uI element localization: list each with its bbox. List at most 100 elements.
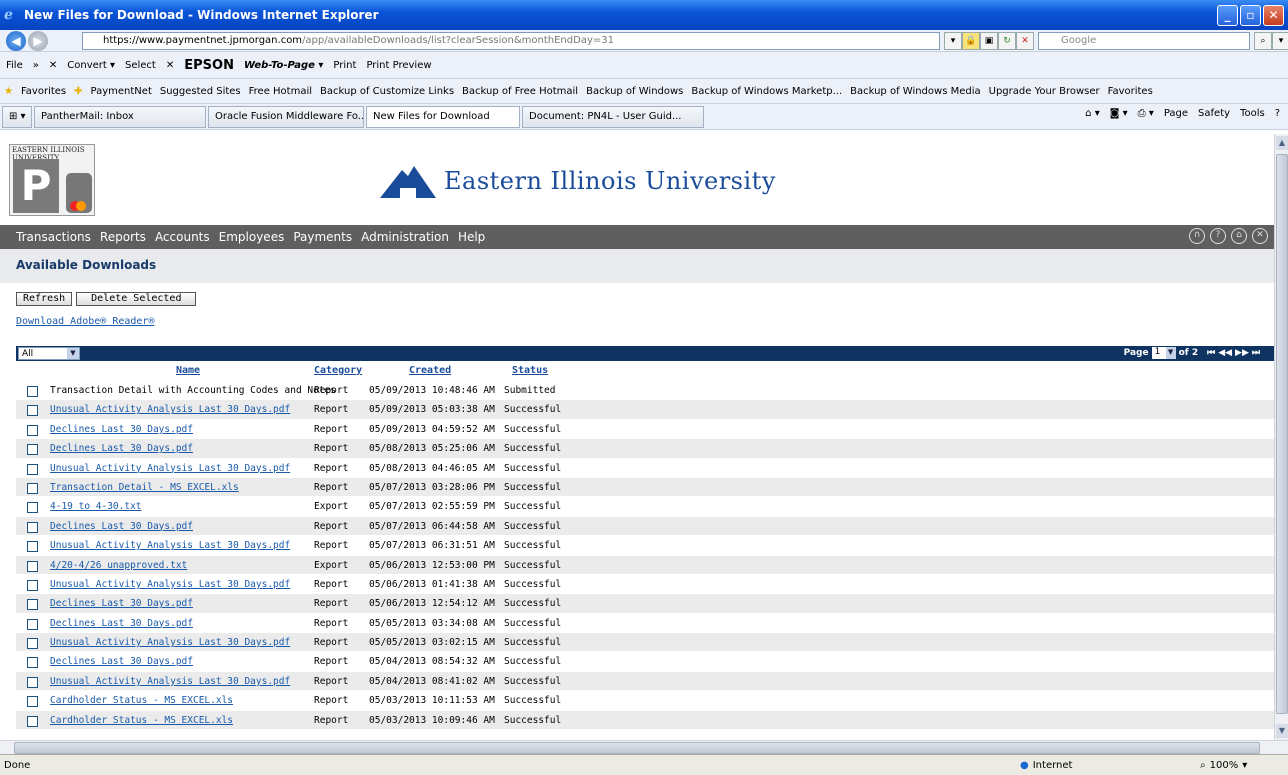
add-favorite-icon[interactable]: ✚ [74, 86, 82, 97]
file-link[interactable]: Declines Last 30 Days.pdf [50, 517, 193, 536]
row-checkbox[interactable] [27, 541, 38, 553]
address-dropdown-icon[interactable]: ▾ [944, 32, 962, 50]
tab-panthermail[interactable]: PantherMail: Inbox [34, 105, 206, 128]
vertical-scrollbar[interactable]: ▲ ▼ [1274, 134, 1288, 740]
tab-new-files[interactable]: New Files for Download [366, 105, 520, 128]
last-page-icon[interactable]: ⏭ [1252, 348, 1260, 358]
row-checkbox[interactable] [27, 482, 38, 494]
safety-menu[interactable]: Safety [1198, 108, 1230, 119]
row-checkbox[interactable] [27, 463, 38, 475]
favorite-link[interactable]: Backup of Customize Links [320, 86, 454, 97]
file-link[interactable]: Unusual Activity Analysis Last 30 Days.p… [50, 672, 290, 691]
favorite-link[interactable]: Backup of Windows Marketp... [691, 86, 842, 97]
refresh-icon[interactable]: ↻ [998, 32, 1016, 50]
menu-reports[interactable]: Reports [100, 230, 146, 244]
close-epson-icon[interactable]: ✕ [166, 60, 174, 71]
row-checkbox[interactable] [27, 618, 38, 630]
compatibility-icon[interactable]: ▣ [980, 32, 998, 50]
web-to-page-button[interactable]: Web-To-Page ▾ [244, 60, 323, 71]
maximize-button[interactable]: ▫ [1240, 5, 1261, 26]
favorite-link[interactable]: Backup of Windows [586, 86, 683, 97]
page-menu[interactable]: Page [1164, 108, 1188, 119]
row-checkbox[interactable] [27, 657, 38, 669]
stop-icon[interactable]: ✕ [1016, 32, 1034, 50]
user-icon[interactable]: ⌂ [1231, 228, 1247, 244]
favorites-button[interactable]: Favorites [21, 86, 66, 97]
row-checkbox[interactable] [27, 386, 38, 397]
scroll-thumb[interactable] [1276, 154, 1288, 714]
home-icon[interactable]: ⌂ ▾ [1085, 108, 1100, 119]
tab-document[interactable]: Document: PN4L - User Guid... [522, 105, 704, 128]
url-input[interactable]: https://www.paymentnet.jpmorgan.com/app/… [82, 32, 940, 50]
horizontal-scrollbar[interactable] [0, 740, 1288, 754]
back-button[interactable]: ◀ [6, 30, 26, 51]
lock-icon[interactable]: 🔒 [962, 32, 980, 50]
menu-transactions[interactable]: Transactions [16, 230, 91, 244]
file-link[interactable]: Transaction Detail - MS EXCEL.xls [50, 478, 239, 497]
file-link[interactable]: Cardholder Status - MS EXCEL.xls [50, 711, 233, 730]
logout-icon[interactable]: ✕ [1252, 228, 1268, 244]
column-status[interactable]: Status [512, 365, 548, 376]
search-input[interactable]: Google [1038, 32, 1250, 50]
file-link[interactable]: Declines Last 30 Days.pdf [50, 652, 193, 671]
security-zone[interactable]: ● Internet [1020, 757, 1072, 773]
row-checkbox[interactable] [27, 599, 38, 611]
file-link[interactable]: Cardholder Status - MS EXCEL.xls [50, 691, 233, 710]
column-created[interactable]: Created [409, 365, 451, 376]
search-options-icon[interactable]: ▾ [1272, 32, 1288, 50]
menu-employees[interactable]: Employees [219, 230, 285, 244]
adobe-reader-link[interactable]: Download Adobe® Reader® [16, 316, 154, 327]
row-checkbox[interactable] [27, 444, 38, 456]
file-link[interactable]: Declines Last 30 Days.pdf [50, 439, 193, 458]
first-page-icon[interactable]: ⏮ [1207, 348, 1215, 358]
delete-selected-button[interactable]: Delete Selected [76, 292, 197, 306]
refresh-button[interactable]: Refresh [16, 292, 73, 306]
file-link[interactable]: Unusual Activity Analysis Last 30 Days.p… [50, 633, 290, 652]
print-preview-button[interactable]: Print Preview [366, 60, 431, 71]
file-link[interactable]: Unusual Activity Analysis Last 30 Days.p… [50, 400, 290, 419]
menu-payments[interactable]: Payments [293, 230, 352, 244]
row-checkbox[interactable] [27, 405, 38, 417]
search-icon[interactable]: ⌕ [1254, 32, 1272, 50]
print-icon[interactable]: ⎙ ▾ [1138, 108, 1154, 119]
feeds-icon[interactable]: ◙ ▾ [1110, 108, 1128, 119]
scroll-down-icon[interactable]: ▼ [1276, 724, 1288, 738]
row-checkbox[interactable] [27, 521, 38, 533]
support-icon[interactable]: ∩ [1189, 228, 1205, 244]
favorite-link[interactable]: Backup of Windows Media [850, 86, 981, 97]
help-icon[interactable]: ? [1275, 108, 1280, 119]
row-checkbox[interactable] [27, 579, 38, 591]
file-link[interactable]: Declines Last 30 Days.pdf [50, 594, 193, 613]
next-page-icon[interactable]: ▶▶ [1235, 348, 1249, 358]
favorite-link[interactable]: Free Hotmail [249, 86, 312, 97]
prev-page-icon[interactable]: ◀◀ [1218, 348, 1232, 358]
page-select[interactable]: 1 ▼ [1151, 347, 1176, 359]
column-name[interactable]: Name [176, 365, 200, 376]
minimize-button[interactable]: _ [1217, 5, 1238, 26]
hscroll-thumb[interactable] [14, 742, 1260, 754]
select-button[interactable]: Select [125, 60, 156, 71]
favorite-link[interactable]: Backup of Free Hotmail [462, 86, 578, 97]
help-circle-icon[interactable]: ? [1210, 228, 1226, 244]
file-link[interactable]: Declines Last 30 Days.pdf [50, 614, 193, 633]
file-link[interactable]: Unusual Activity Analysis Last 30 Days.p… [50, 459, 290, 478]
quick-tabs-icon[interactable]: ⊞ ▾ [2, 105, 32, 128]
favorite-link[interactable]: Upgrade Your Browser [989, 86, 1100, 97]
tab-oracle[interactable]: Oracle Fusion Middleware Fo... [208, 105, 364, 128]
favorite-link[interactable]: PaymentNet [91, 86, 152, 97]
favorite-link[interactable]: Favorites [1108, 86, 1153, 97]
menu-accounts[interactable]: Accounts [155, 230, 210, 244]
file-link[interactable]: Declines Last 30 Days.pdf [50, 420, 193, 439]
row-checkbox[interactable] [27, 502, 38, 514]
filter-select[interactable]: All ▼ [18, 347, 80, 360]
favorite-link[interactable]: Suggested Sites [160, 86, 241, 97]
print-button[interactable]: Print [333, 60, 356, 71]
file-link[interactable]: 4/20-4/26 unapproved.txt [50, 556, 187, 575]
row-checkbox[interactable] [27, 696, 38, 708]
row-checkbox[interactable] [27, 676, 38, 688]
file-link[interactable]: Unusual Activity Analysis Last 30 Days.p… [50, 575, 290, 594]
close-button[interactable]: ✕ [1263, 5, 1284, 26]
close-toolbar-icon[interactable]: ✕ [49, 60, 57, 71]
convert-button[interactable]: Convert ▾ [67, 60, 115, 71]
forward-button[interactable]: ▶ [28, 30, 48, 51]
